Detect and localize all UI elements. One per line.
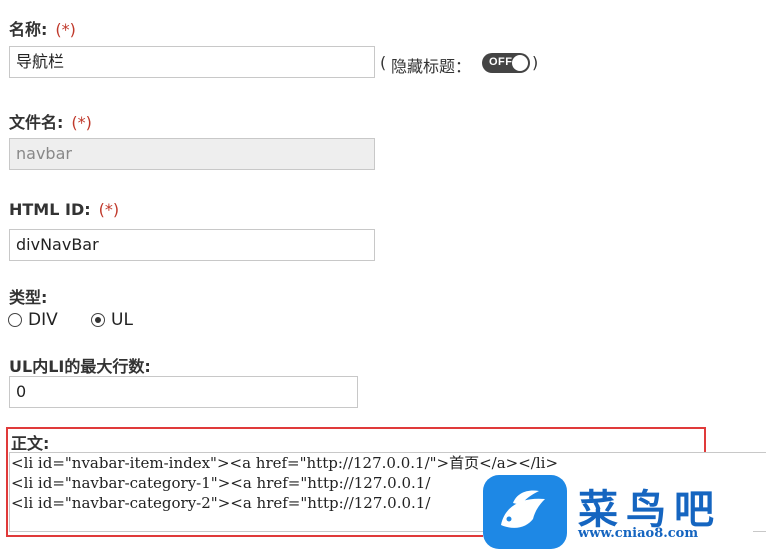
required-mark: (*) <box>55 20 76 39</box>
name-label: 名称: (*) <box>9 16 76 40</box>
radio-label-ul: UL <box>111 310 133 330</box>
html-id-input[interactable]: divNavBar <box>9 229 375 261</box>
required-mark: (*) <box>71 113 92 132</box>
toggle-state-text: OFF <box>489 56 513 68</box>
radio-circle-div[interactable] <box>8 313 22 327</box>
type-label: 类型: <box>9 288 48 307</box>
html-id-label: HTML ID: (*) <box>9 200 119 219</box>
filename-label-text: 文件名: <box>9 113 64 132</box>
hide-title-open-paren: ( <box>380 53 387 72</box>
radio-circle-ul[interactable] <box>91 313 105 327</box>
watermark-logo: 菜鸟吧 www.cniao8.com <box>483 475 753 559</box>
hide-title-label: 隐藏标题： <box>391 57 472 76</box>
type-radio-ul[interactable]: UL <box>91 310 133 330</box>
toggle-knob <box>512 55 528 71</box>
name-label-text: 名称: <box>9 20 48 39</box>
required-mark: (*) <box>98 200 120 219</box>
code-line: <li id="nvabar-item-index"><a href="http… <box>11 454 559 472</box>
max-rows-label: UL内LI的最大行数: <box>9 357 151 376</box>
watermark-url: www.cniao8.com <box>578 526 699 541</box>
radio-label-div: DIV <box>28 310 58 330</box>
hide-title-toggle[interactable]: OFF <box>482 53 530 73</box>
html-id-label-text: HTML ID: <box>9 200 91 219</box>
filename-label: 文件名: (*) <box>9 109 92 133</box>
name-input[interactable]: 导航栏 <box>9 46 375 78</box>
bird-logo-icon <box>483 475 567 549</box>
body-label: 正文: <box>11 434 50 453</box>
max-rows-input[interactable]: 0 <box>9 376 358 408</box>
type-radio-div[interactable]: DIV <box>8 310 58 330</box>
filename-input: navbar <box>9 138 375 170</box>
hide-title-close-paren: ) <box>532 53 539 72</box>
